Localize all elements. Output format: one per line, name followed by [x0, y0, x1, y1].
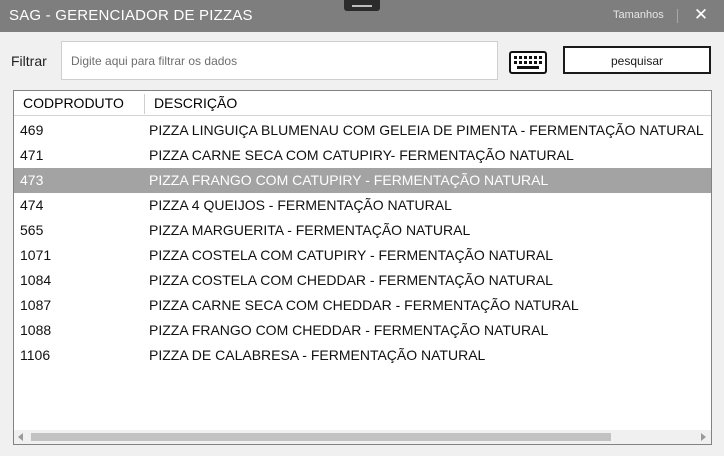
products-grid[interactable]: CODPRODUTO DESCRIÇÃO 469 PIZZA LINGUIÇA B…: [13, 90, 712, 445]
drag-grip[interactable]: [344, 0, 380, 11]
cell-description: PIZZA CARNE SECA COM CATUPIRY- FERMENTAÇ…: [149, 147, 574, 163]
cell-code: 1071: [20, 247, 52, 263]
title-bar[interactable]: SAG - GERENCIADOR DE PIZZAS Tamanhos ✕: [0, 0, 724, 32]
header-divider: [14, 115, 711, 116]
scroll-left-icon[interactable]: [18, 433, 23, 441]
window-title: SAG - GERENCIADOR DE PIZZAS: [9, 7, 253, 24]
table-row[interactable]: 471 PIZZA CARNE SECA COM CATUPIRY- FERMEN…: [14, 143, 711, 168]
column-divider[interactable]: [144, 94, 145, 114]
table-row[interactable]: 1087 PIZZA CARNE SECA COM CHEDDAR - FERME…: [14, 293, 711, 318]
table-row[interactable]: 565 PIZZA MARGUERITA - FERMENTAÇÃO NATURA…: [14, 218, 711, 243]
column-header-code[interactable]: CODPRODUTO: [23, 95, 124, 111]
table-row[interactable]: 1084 PIZZA COSTELA COM CHEDDAR - FERMENTA…: [14, 268, 711, 293]
search-button[interactable]: pesquisar: [563, 46, 711, 74]
keyboard-icon[interactable]: [509, 51, 547, 74]
cell-code: 1084: [20, 272, 52, 288]
filter-label: Filtrar: [11, 53, 47, 69]
table-row[interactable]: 1106 PIZZA DE CALABRESA - FERMENTAÇÃO NAT…: [14, 343, 711, 368]
cell-code: 1106: [20, 347, 51, 363]
cell-description: PIZZA DE CALABRESA - FERMENTAÇÃO NATURAL: [149, 347, 486, 363]
cell-code: 1087: [20, 297, 52, 313]
column-header-description[interactable]: DESCRIÇÃO: [154, 95, 237, 111]
cell-code: 473: [20, 172, 44, 188]
cell-description: PIZZA COSTELA COM CHEDDAR - FERMENTAÇÃO …: [149, 272, 553, 288]
scroll-right-icon[interactable]: [701, 433, 706, 441]
cell-description: PIZZA MARGUERITA - FERMENTAÇÃO NATURAL: [149, 222, 471, 238]
cell-code: 471: [20, 147, 44, 163]
table-row[interactable]: 469 PIZZA LINGUIÇA BLUMENAU COM GELEIA DE…: [14, 118, 711, 143]
cell-description: PIZZA FRANGO COM CHEDDAR - FERMENTAÇÃO N…: [149, 322, 549, 338]
horizontal-scrollbar[interactable]: [14, 430, 711, 444]
cell-description: PIZZA 4 QUEIJOS - FERMENTAÇÃO NATURAL: [149, 197, 452, 213]
table-row[interactable]: 474 PIZZA 4 QUEIJOS - FERMENTAÇÃO NATURAL: [14, 193, 711, 218]
grid-header: CODPRODUTO DESCRIÇÃO: [14, 91, 711, 115]
cell-code: 1088: [20, 322, 52, 338]
cell-description: PIZZA COSTELA COM CATUPIRY - FERMENTAÇÃO…: [149, 247, 553, 263]
titlebar-divider: [677, 9, 678, 23]
scrollbar-thumb[interactable]: [31, 433, 611, 441]
cell-code: 469: [20, 122, 44, 138]
table-row-selected[interactable]: 473 PIZZA FRANGO COM CATUPIRY - FERMENTAÇ…: [14, 168, 711, 193]
cell-code: 474: [20, 197, 44, 213]
close-icon[interactable]: ✕: [690, 4, 712, 26]
table-row[interactable]: 1088 PIZZA FRANGO COM CHEDDAR - FERMENTAÇ…: [14, 318, 711, 343]
grid-rows: 469 PIZZA LINGUIÇA BLUMENAU COM GELEIA DE…: [14, 118, 711, 368]
cell-code: 565: [20, 222, 44, 238]
cell-description: PIZZA CARNE SECA COM CHEDDAR - FERMENTAÇ…: [149, 297, 579, 313]
cell-description: PIZZA LINGUIÇA BLUMENAU COM GELEIA DE PI…: [149, 122, 704, 138]
table-row[interactable]: 1071 PIZZA COSTELA COM CATUPIRY - FERMENT…: [14, 243, 711, 268]
sizes-link[interactable]: Tamanhos: [613, 9, 664, 21]
filter-input[interactable]: [61, 41, 498, 80]
cell-description: PIZZA FRANGO COM CATUPIRY - FERMENTAÇÃO …: [149, 172, 549, 188]
